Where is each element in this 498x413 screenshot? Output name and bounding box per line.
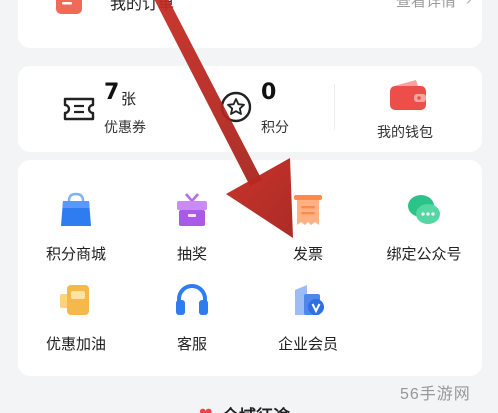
enterprise-member-icon <box>295 285 324 315</box>
services-grid-card: 积分商城 抽奖 发票 绑定公众号 优惠加油 客服 企业会员 <box>18 160 482 376</box>
fuel-discount-label: 优惠加油 <box>45 335 106 353</box>
points-count: 0 <box>261 80 277 105</box>
enterprise-member-item[interactable]: 企业会员 <box>250 258 366 353</box>
points-mall-item[interactable]: 积分商城 <box>18 168 134 263</box>
my-orders-label: 我的订单 <box>110 0 175 13</box>
coupon-count: 7 <box>104 80 120 105</box>
account-stats-card: 7 张 优惠券 0 积分 我的钱包 <box>18 66 482 152</box>
lottery-item[interactable]: 抽奖 <box>134 168 250 263</box>
coupons-label: 优惠券 <box>104 120 146 136</box>
wechat-icon <box>408 195 440 224</box>
headset-icon <box>176 284 208 315</box>
points-label: 积分 <box>261 120 289 136</box>
invoice-item[interactable]: 发票 <box>250 168 366 263</box>
star-coin-icon <box>220 91 252 123</box>
fuel-discount-item[interactable]: 优惠加油 <box>18 258 134 353</box>
fuel-can-icon <box>60 285 89 315</box>
wallet-stat[interactable]: 我的钱包 <box>335 66 482 152</box>
view-details-link[interactable]: 查看详情 <box>396 0 456 11</box>
coupons-stat[interactable]: 7 张 优惠券 <box>18 66 168 152</box>
section-title: 全域征途 <box>222 402 290 413</box>
shopping-bag-icon <box>61 192 91 226</box>
ticket-icon <box>63 97 95 121</box>
points-stat[interactable]: 0 积分 <box>168 66 334 152</box>
wallet-label: 我的钱包 <box>377 125 433 141</box>
chevron-right-icon: › <box>466 0 472 9</box>
gift-box-icon <box>177 193 207 226</box>
coupon-unit: 张 <box>121 90 137 108</box>
bind-official-account-label: 绑定公众号 <box>386 245 462 263</box>
enterprise-member-label: 企业会员 <box>277 335 338 353</box>
customer-service-label: 客服 <box>176 335 207 353</box>
order-clipboard-icon <box>56 0 82 14</box>
customer-service-item[interactable]: 客服 <box>134 258 250 353</box>
site-watermark: 56手游网 <box>400 386 471 403</box>
invoice-icon <box>294 195 322 225</box>
heart-icon: ❤ <box>199 404 212 413</box>
bind-official-account-item[interactable]: 绑定公众号 <box>366 168 482 263</box>
wallet-icon <box>390 80 426 110</box>
my-orders-card[interactable]: 我的订单 查看详情 › <box>18 0 482 48</box>
